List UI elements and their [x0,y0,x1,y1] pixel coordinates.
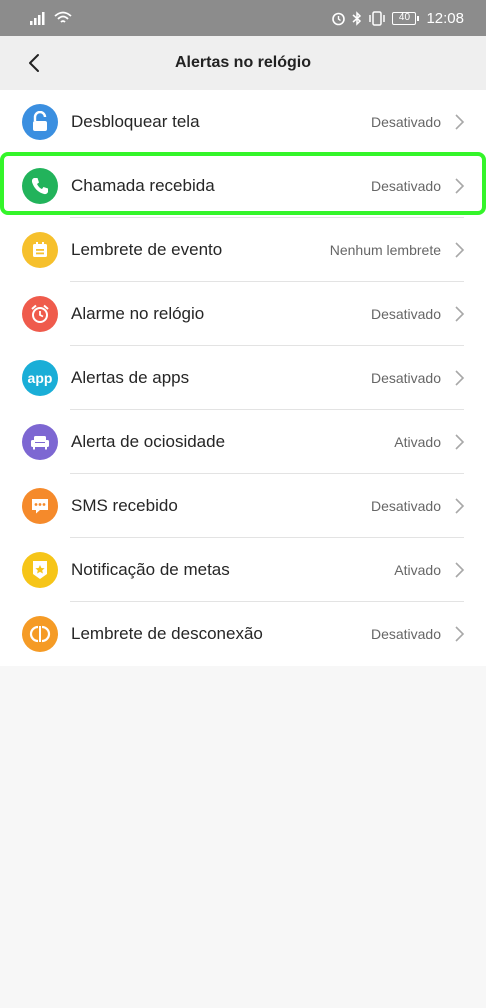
header: Alertas no relógio [0,36,486,90]
list-item-app-alerts[interactable]: app Alertas de apps Desativado [0,346,486,410]
item-label: Lembrete de desconexão [71,624,263,643]
item-value: Desativado [370,306,441,322]
sofa-icon [22,424,58,460]
item-label: Alarme no relógio [71,304,205,323]
item-value: Nenhum lembrete [329,242,441,258]
item-label: Alertas de apps [71,368,190,387]
page-title: Alertas no relógio [174,54,312,71]
chevron-right-icon [455,370,465,386]
back-button[interactable] [20,49,48,77]
phone-icon [22,168,58,204]
item-value: Desativado [370,114,441,130]
status-bar: 40 12:08 [0,0,486,36]
item-label: Desbloquear tela [71,112,200,131]
unlock-icon [22,104,58,140]
goal-badge-icon [22,552,58,588]
item-label: SMS recebido [71,496,178,515]
vibrate-icon [369,10,386,26]
list-item-idle-alert[interactable]: Alerta de ociosidade Ativado [0,410,486,474]
item-value: Desativado [370,178,441,194]
battery-icon: 40 [392,11,420,25]
chevron-right-icon [455,242,465,258]
list-item-disconnect-reminder[interactable]: Lembrete de desconexão Desativado [0,602,486,666]
status-right: 40 12:08 [331,10,464,27]
disconnect-icon [22,616,58,652]
list-item-watch-alarm[interactable]: Alarme no relógio Desativado [0,282,486,346]
chevron-right-icon [455,114,465,130]
list-item-event-reminder[interactable]: Lembrete de evento Nenhum lembrete [0,218,486,282]
item-value: Desativado [370,498,441,514]
app-icon-text: app [27,370,53,386]
chevron-right-icon [455,626,465,642]
chevron-right-icon [455,178,465,194]
status-time: 12:08 [426,9,464,27]
item-value: Desativado [370,626,441,642]
item-label: Alerta de ociosidade [71,432,226,451]
list-item-goal-notification[interactable]: Notificação de metas Ativado [0,538,486,602]
chevron-right-icon [455,498,465,514]
wifi-icon [54,11,72,23]
item-label: Chamada recebida [71,176,215,195]
message-icon [22,488,58,524]
item-label: Lembrete de evento [71,240,223,259]
item-value: Ativado [394,434,441,450]
signal-icon [30,11,45,25]
alarm-clock-icon [22,296,58,332]
chevron-right-icon [455,562,465,578]
list-item-incoming-call[interactable]: Chamada recebida Desativado [0,154,486,218]
app-icon: app [22,360,58,396]
chevron-left-icon [29,54,39,72]
item-value: Desativado [370,370,441,386]
item-value: Ativado [394,562,441,578]
calendar-icon [22,232,58,268]
alarm-icon [332,12,346,25]
chevron-right-icon [455,306,465,322]
bluetooth-icon [352,10,362,26]
chevron-right-icon [455,434,465,450]
list-item-sms-received[interactable]: SMS recebido Desativado [0,474,486,538]
list-item-unlock-screen[interactable]: Desbloquear tela Desativado [0,90,486,154]
item-label: Notificação de metas [71,560,230,579]
status-left [30,11,72,25]
alerts-list: Desbloquear tela Desativado Chamada rece… [0,90,486,666]
